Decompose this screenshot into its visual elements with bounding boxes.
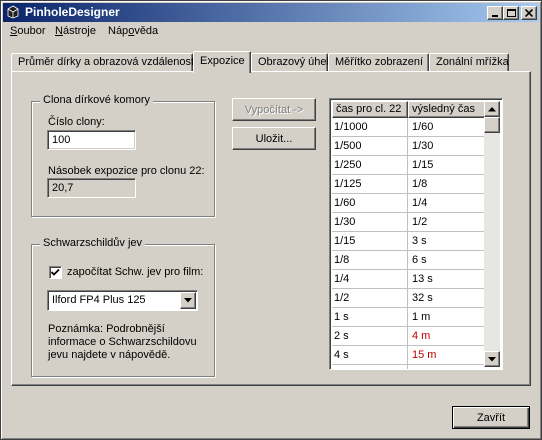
tab-meritko-zobrazeni[interactable]: Měřítko zobrazení: [328, 53, 429, 72]
app-window: PinholeDesigner Soubor Nástroje Nápověda…: [0, 0, 542, 440]
tab-obrazovy-uhel[interactable]: Obrazový úhel: [251, 53, 329, 72]
minimize-icon: [492, 15, 498, 17]
menu-nastroje[interactable]: Nástroje: [55, 25, 96, 37]
menu-soubor[interactable]: Soubor: [10, 25, 45, 37]
tab-expozice[interactable]: Expozice: [193, 51, 251, 73]
close-button[interactable]: Zavřít: [452, 406, 530, 429]
pinhole-camera-icon: [6, 5, 20, 19]
close-window-button[interactable]: [521, 6, 537, 20]
minimize-button[interactable]: [487, 6, 503, 20]
maximize-icon: [506, 8, 516, 17]
menu-napoveda[interactable]: Nápověda: [108, 25, 158, 37]
menu-bar: Soubor Nástroje Nápověda: [3, 23, 539, 41]
window-title: PinholeDesigner: [25, 5, 120, 19]
maximize-button[interactable]: [503, 6, 519, 20]
tab-prumer-dirky[interactable]: Průměr dírky a obrazová vzdálenost: [11, 53, 194, 72]
tab-strip: Průměr dírky a obrazová vzdálenost Expoz…: [11, 51, 531, 73]
expozice-panel: [11, 71, 531, 386]
tab-zonalni-mrizka[interactable]: Zonální mřížka: [429, 53, 509, 72]
close-icon: [525, 9, 533, 17]
title-bar[interactable]: PinholeDesigner: [3, 3, 539, 22]
